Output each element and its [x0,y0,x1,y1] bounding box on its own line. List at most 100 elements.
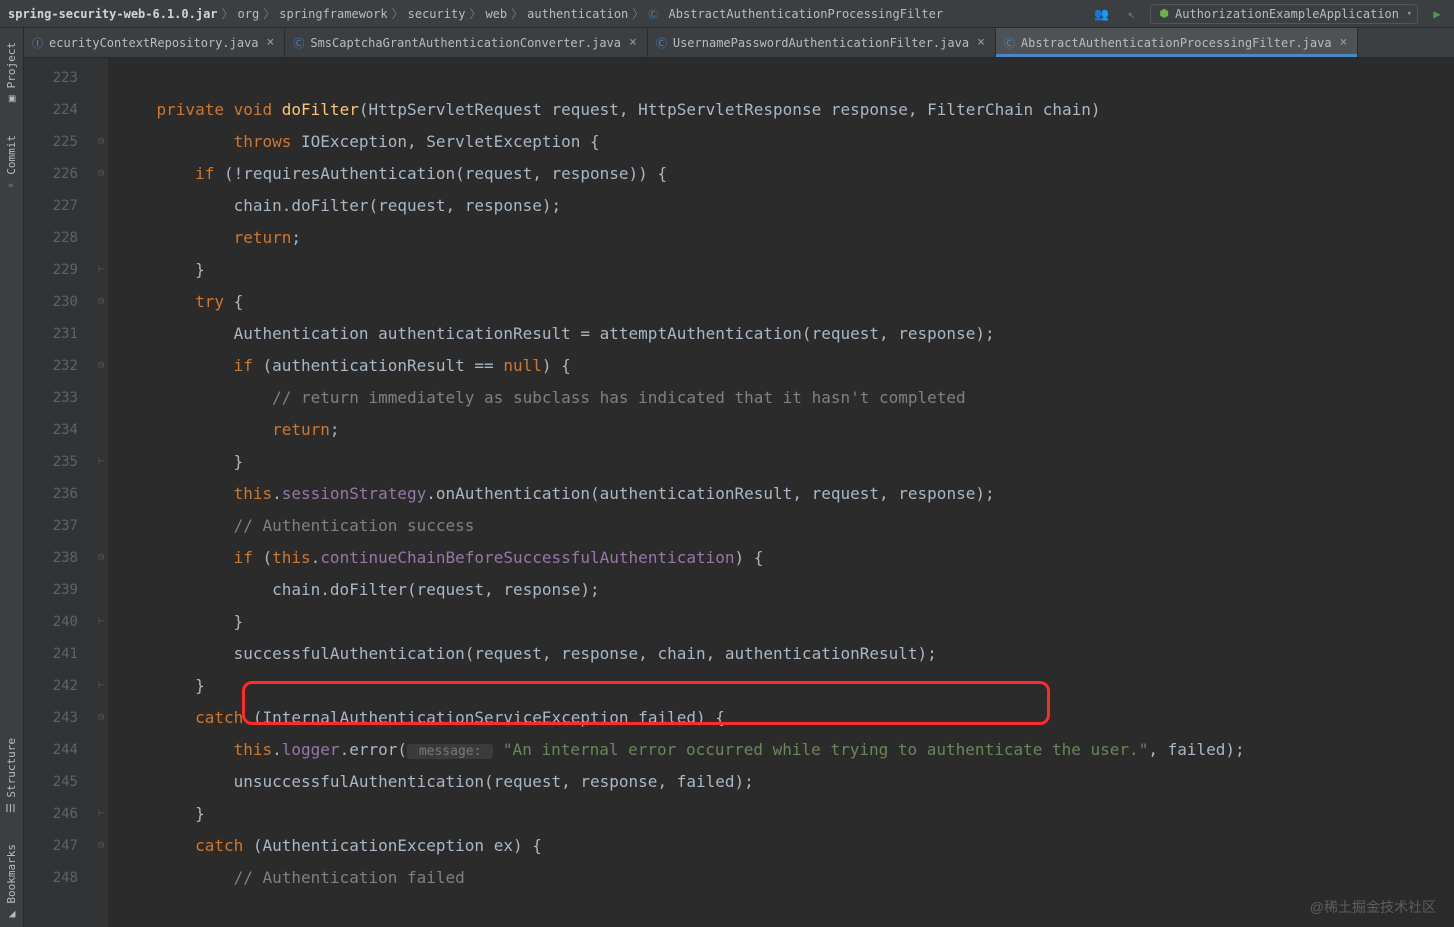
line-number: 224 [24,94,94,126]
code-line[interactable]: return; [108,414,1454,446]
project-tool-tab[interactable]: ▣ Project [3,36,20,111]
code-line[interactable]: if (!requiresAuthentication(request, res… [108,158,1454,190]
close-icon[interactable]: × [627,35,639,50]
spring-boot-icon: ⬢ [1159,7,1169,20]
line-number: 236 [24,478,94,510]
breadcrumb-item[interactable]: org [236,7,262,21]
code-line[interactable]: // Authentication failed [108,862,1454,894]
commit-tool-tab[interactable]: ◦ Commit [3,129,20,198]
code-line[interactable]: if (authenticationResult == null) { [108,350,1454,382]
code-line[interactable]: catch (InternalAuthenticationServiceExce… [108,702,1454,734]
code-line[interactable]: chain.doFilter(request, response); [108,190,1454,222]
breadcrumb-class[interactable]: Ⓒ AbstractAuthenticationProcessingFilter [646,6,945,21]
fold-indicator[interactable]: ⊢ [94,606,108,638]
tab-label: Structure [5,738,18,798]
fold-indicator[interactable]: ⊢ [94,798,108,830]
code-line[interactable]: successfulAuthentication(request, respon… [108,638,1454,670]
tab-label: SmsCaptchaGrantAuthenticationConverter.j… [310,36,621,50]
chevron-right-icon: 〉 [263,5,275,22]
back-arrow-icon[interactable]: ↖ [1120,3,1142,25]
fold-indicator[interactable]: ⊟ [94,286,108,318]
structure-tool-tab[interactable]: ☰ Structure [3,732,20,821]
editor-tab[interactable]: Ⓒ UsernamePasswordAuthenticationFilter.ja… [648,28,996,57]
code-line[interactable]: } [108,798,1454,830]
fold-indicator[interactable]: ⊟ [94,702,108,734]
tab-label: ecurityContextRepository.java [49,36,259,50]
fold-gutter[interactable]: ⊟⊟⊢⊟⊟⊢⊟⊢⊢⊟⊢⊟ [94,58,108,927]
code-line[interactable]: // return immediately as subclass has in… [108,382,1454,414]
breadcrumb-item[interactable]: web [483,7,509,21]
code-line[interactable]: } [108,254,1454,286]
fold-indicator [94,862,108,894]
folder-icon: ▣ [5,96,18,103]
editor-tab[interactable]: ⒾecurityContextRepository.java× [24,28,285,57]
java-class-icon: Ⓒ [656,35,667,51]
fold-indicator[interactable]: ⊢ [94,254,108,286]
java-class-icon: Ⓒ [293,35,304,51]
editor-tab[interactable]: Ⓒ SmsCaptchaGrantAuthenticationConverter.… [285,28,648,57]
fold-indicator [94,574,108,606]
line-number: 228 [24,222,94,254]
code-with-me-icon[interactable]: 👥 [1090,3,1112,25]
fold-indicator [94,222,108,254]
code-line[interactable]: Authentication authenticationResult = at… [108,318,1454,350]
code-line[interactable]: throws IOException, ServletException { [108,126,1454,158]
breadcrumb-root[interactable]: spring-security-web-6.1.0.jar [6,7,220,21]
fold-indicator[interactable]: ⊢ [94,670,108,702]
fold-indicator [94,766,108,798]
code-line[interactable]: unsuccessfulAuthentication(request, resp… [108,766,1454,798]
code-line[interactable]: return; [108,222,1454,254]
code-line[interactable]: try { [108,286,1454,318]
fold-indicator[interactable]: ⊢ [94,446,108,478]
line-number: 233 [24,382,94,414]
code-line[interactable]: if (this.continueChainBeforeSuccessfulAu… [108,542,1454,574]
code-line[interactable]: private void doFilter(HttpServletRequest… [108,94,1454,126]
fold-indicator[interactable]: ⊟ [94,126,108,158]
code-line[interactable]: this.logger.error( message: "An internal… [108,734,1454,766]
editor-tab[interactable]: ⒸAbstractAuthenticationProcessingFilter.… [996,28,1359,57]
line-number: 247 [24,830,94,862]
line-number: 240 [24,606,94,638]
fold-indicator[interactable]: ⊟ [94,158,108,190]
tab-label: UsernamePasswordAuthenticationFilter.jav… [673,36,969,50]
code-line[interactable] [108,62,1454,94]
breadcrumb: spring-security-web-6.1.0.jar 〉 org 〉 sp… [6,5,1090,22]
breadcrumb-item[interactable]: security [406,7,468,21]
code-line[interactable]: chain.doFilter(request, response); [108,574,1454,606]
chevron-right-icon: 〉 [469,5,481,22]
run-config-selector[interactable]: ⬢ AuthorizationExampleApplication ▾ [1150,4,1418,24]
fold-indicator[interactable]: ⊟ [94,542,108,574]
fold-indicator[interactable]: ⊟ [94,350,108,382]
line-number: 223 [24,62,94,94]
code-line[interactable]: } [108,446,1454,478]
fold-indicator[interactable]: ⊟ [94,830,108,862]
chevron-right-icon: 〉 [632,5,644,22]
line-number: 241 [24,638,94,670]
chevron-right-icon: 〉 [222,5,234,22]
code-editor[interactable]: 2232242252262272282292302312322332342352… [24,58,1454,927]
code-line[interactable]: catch (AuthenticationException ex) { [108,830,1454,862]
close-icon[interactable]: × [975,35,987,50]
line-number: 229 [24,254,94,286]
run-button-icon[interactable]: ▶ [1426,3,1448,25]
run-config-label: AuthorizationExampleApplication [1175,7,1399,21]
line-number: 238 [24,542,94,574]
top-bar: spring-security-web-6.1.0.jar 〉 org 〉 sp… [0,0,1454,28]
code-line[interactable]: // Authentication success [108,510,1454,542]
close-icon[interactable]: × [265,35,277,50]
breadcrumb-item[interactable]: springframework [277,7,389,21]
fold-indicator [94,318,108,350]
close-icon[interactable]: × [1338,35,1350,50]
fold-indicator [94,510,108,542]
bookmarks-tool-tab[interactable]: ◣ Bookmarks [3,838,20,927]
code-line[interactable]: this.sessionStrategy.onAuthentication(au… [108,478,1454,510]
line-number: 227 [24,190,94,222]
breadcrumb-item[interactable]: authentication [525,7,630,21]
left-tool-strip: ▣ Project ◦ Commit ☰ Structure ◣ Bookmar… [0,28,24,927]
line-number: 231 [24,318,94,350]
tab-label: AbstractAuthenticationProcessingFilter.j… [1021,36,1332,50]
code-line[interactable]: } [108,670,1454,702]
code-line[interactable]: } [108,606,1454,638]
line-number: 248 [24,862,94,894]
code-content[interactable]: private void doFilter(HttpServletRequest… [108,58,1454,927]
